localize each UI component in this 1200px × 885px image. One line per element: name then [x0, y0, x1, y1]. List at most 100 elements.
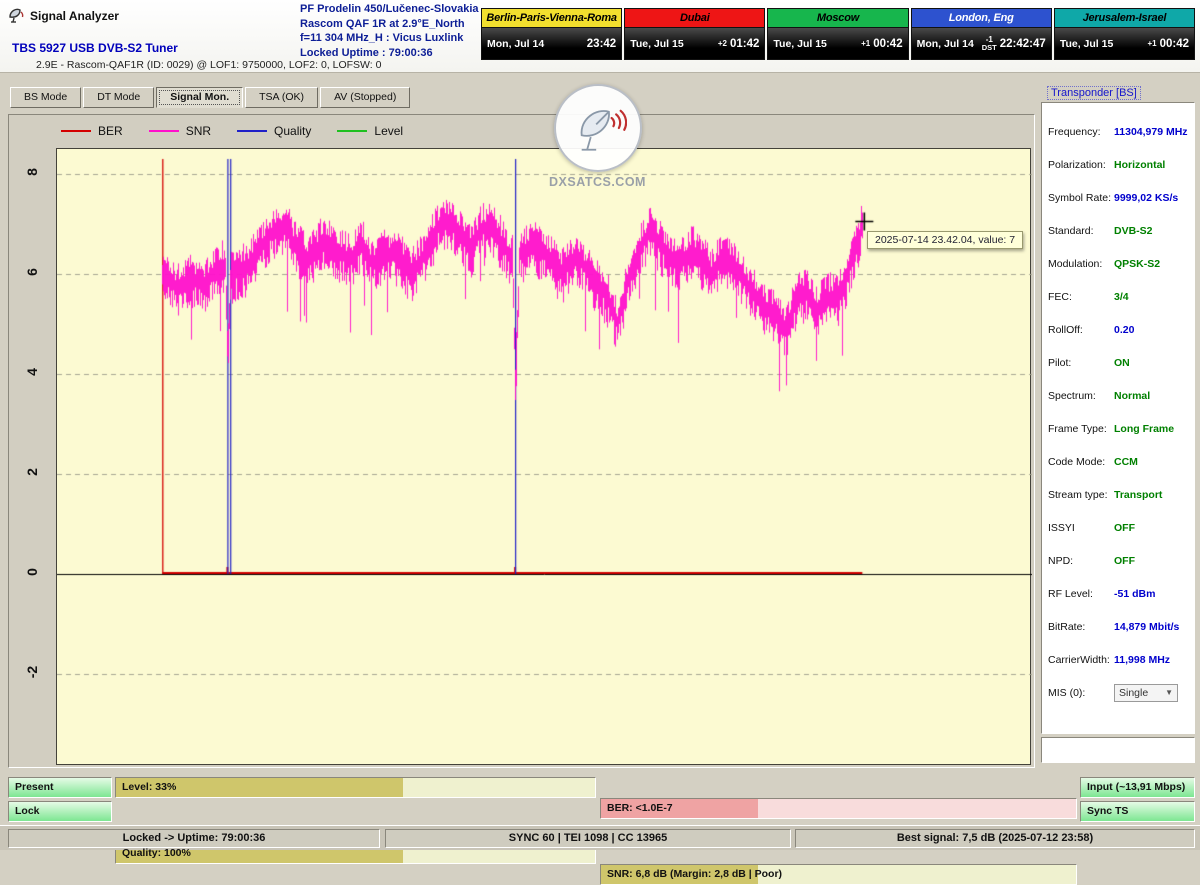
transponder-field-value: 0.20	[1114, 324, 1134, 336]
ber-bar-label: BER: <1.0E-7	[607, 802, 673, 814]
clock-time: 01:42	[730, 38, 759, 50]
chart-tooltip: 2025-07-14 23.42.04, value: 7	[867, 231, 1023, 249]
transponder-field-value: -51 dBm	[1114, 588, 1155, 600]
transponder-field-value: Long Frame	[1114, 423, 1174, 435]
clock-time: 23:42	[587, 38, 616, 50]
transponder-field-label: RF Level:	[1048, 588, 1114, 600]
transponder-field-value: 11,998 MHz	[1114, 654, 1170, 666]
transponder-field-label: Frequency:	[1048, 126, 1114, 138]
transponder-field-value: 11304,979 MHz	[1114, 126, 1188, 138]
clock-jerusalem: Jerusalem-Israel Tue, Jul 15 +1 00:42	[1054, 8, 1195, 60]
tab-signal-mon[interactable]: Signal Mon.	[156, 87, 243, 108]
clock-city-label: Moscow	[768, 9, 907, 28]
clock-city-label: Dubai	[625, 9, 764, 28]
chevron-down-icon: ▼	[1165, 688, 1173, 697]
transponder-row: NPD:OFF	[1042, 544, 1194, 577]
transponder-field-label: Frame Type:	[1048, 423, 1114, 435]
transponder-row: RollOff:0.20	[1042, 313, 1194, 346]
present-label: Present	[15, 781, 54, 793]
transponder-row: Standard:DVB-S2	[1042, 214, 1194, 247]
dxsatcs-logo: DXSATCS.COM	[540, 84, 655, 189]
transponder-panel: Frequency:11304,979 MHzPolarization:Hori…	[1041, 102, 1195, 734]
clock-city-label: Berlin-Paris-Vienna-Roma	[482, 9, 621, 28]
transponder-field-value: OFF	[1114, 555, 1135, 567]
clock-offset: +1	[858, 40, 873, 48]
ber-line-swatch	[61, 130, 91, 132]
clock-body: Tue, Jul 15 +1 00:42	[768, 28, 907, 59]
snr-line-swatch	[149, 130, 179, 132]
transponder-row: ISSYIOFF	[1042, 511, 1194, 544]
transponder-row: Symbol Rate:9999,02 KS/s	[1042, 181, 1194, 214]
level-line-swatch	[337, 130, 367, 132]
mis-row: MIS (0): Single ▼	[1042, 676, 1194, 709]
site-line: f=11 304 MHz_H : Vicus Luxlink	[300, 31, 479, 46]
window-title: Signal Analyzer	[30, 9, 119, 23]
y-axis-tick-label: 8	[24, 159, 40, 185]
clock-london: London, Eng Mon, Jul 14 -1DST 22:42:47	[911, 8, 1052, 60]
quality-line-swatch	[237, 130, 267, 132]
chart-panel: BER SNR Quality Level 2025-07-14 23.42.0…	[8, 114, 1035, 768]
clock-berlin: Berlin-Paris-Vienna-Roma Mon, Jul 14 23:…	[481, 8, 622, 60]
tab-av[interactable]: AV (Stopped)	[320, 87, 410, 108]
tab-bs-mode[interactable]: BS Mode	[10, 87, 81, 108]
satellite-dish-icon	[569, 99, 627, 157]
transponder-row: Stream type:Transport	[1042, 478, 1194, 511]
clock-dubai: Dubai Tue, Jul 15 +2 01:42	[624, 8, 765, 60]
y-axis-tick-label: 6	[24, 259, 40, 285]
transponder-field-label: ISSYI	[1048, 522, 1114, 534]
site-line: PF Prodelin 450/Lučenec-Slovakia	[300, 2, 479, 17]
tab-tsa[interactable]: TSA (OK)	[245, 87, 318, 108]
transponder-row: Code Mode:CCM	[1042, 445, 1194, 478]
quality-bar-label: Quality: 100%	[122, 847, 191, 859]
clock-body: Mon, Jul 14 23:42	[482, 28, 621, 59]
transponder-field-label: Standard:	[1048, 225, 1114, 237]
tab-bar: BS Mode DT Mode Signal Mon. TSA (OK) AV …	[10, 87, 410, 108]
clock-date: Tue, Jul 15	[1060, 38, 1114, 50]
clock-offset: +1	[1144, 40, 1159, 48]
transponder-row: CarrierWidth:11,998 MHz	[1042, 643, 1194, 676]
transponder-row: Pilot:ON	[1042, 346, 1194, 379]
clock-city-label: Jerusalem-Israel	[1055, 9, 1194, 28]
lock-label: Lock	[15, 805, 40, 817]
clock-date: Tue, Jul 15	[773, 38, 827, 50]
clock-body: Tue, Jul 15 +1 00:42	[1055, 28, 1194, 59]
clock-body: Tue, Jul 15 +2 01:42	[625, 28, 764, 59]
side-empty-box	[1041, 737, 1195, 763]
transponder-field-value: DVB-S2	[1114, 225, 1153, 237]
lock-indicator: Lock	[8, 801, 112, 822]
dxsatcs-logo-emblem	[554, 84, 642, 172]
transponder-field-label: Polarization:	[1048, 159, 1114, 171]
clock-offset: +2	[715, 40, 730, 48]
transponder-field-label: RollOff:	[1048, 324, 1114, 336]
tuner-detail: 2.9E - Rascom-QAF1R (ID: 0029) @ LOF1: 9…	[36, 59, 381, 71]
signal-analyzer-window: Signal Analyzer PF Prodelin 450/Lučenec-…	[0, 0, 1200, 850]
transponder-field-value: 9999,02 KS/s	[1114, 192, 1178, 204]
transponder-field-value: QPSK-S2	[1114, 258, 1160, 270]
snr-bar-label: SNR: 6,8 dB (Margin: 2,8 dB | Poor)	[607, 868, 782, 880]
tab-dt-mode[interactable]: DT Mode	[83, 87, 154, 108]
mis-select[interactable]: Single ▼	[1114, 684, 1178, 702]
legend-label: Quality	[274, 124, 311, 138]
legend-item-snr: SNR	[149, 124, 211, 138]
clock-moscow: Moscow Tue, Jul 15 +1 00:42	[767, 8, 908, 60]
transponder-field-value: 3/4	[1114, 291, 1129, 303]
clock-time: 00:42	[873, 38, 902, 50]
legend-item-quality: Quality	[237, 124, 311, 138]
transponder-field-value: Normal	[1114, 390, 1150, 402]
title-bar: Signal Analyzer PF Prodelin 450/Lučenec-…	[0, 0, 1200, 73]
transponder-field-label: CarrierWidth:	[1048, 654, 1114, 666]
clock-date: Tue, Jul 15	[630, 38, 684, 50]
statusbar-best-signal: Best signal: 7,5 dB (2025-07-12 23:58)	[795, 829, 1195, 848]
input-indicator: Input (~13,91 Mbps)	[1080, 777, 1195, 798]
transponder-field-label: BitRate:	[1048, 621, 1114, 633]
transponder-field-label: Modulation:	[1048, 258, 1114, 270]
statusbar-sync-counters: SYNC 60 | TEI 1098 | CC 13965	[385, 829, 791, 848]
tuner-name: TBS 5927 USB DVB-S2 Tuner	[12, 41, 178, 55]
transponder-rows: Frequency:11304,979 MHzPolarization:Hori…	[1042, 115, 1194, 676]
clock-date: Mon, Jul 14	[917, 38, 974, 50]
clock-body: Mon, Jul 14 -1DST 22:42:47	[912, 28, 1051, 59]
transponder-field-value: CCM	[1114, 456, 1138, 468]
y-axis-tick-label: 0	[24, 559, 40, 585]
clock-time: 22:42:47	[1000, 38, 1046, 50]
chart-legend: BER SNR Quality Level	[61, 120, 403, 142]
